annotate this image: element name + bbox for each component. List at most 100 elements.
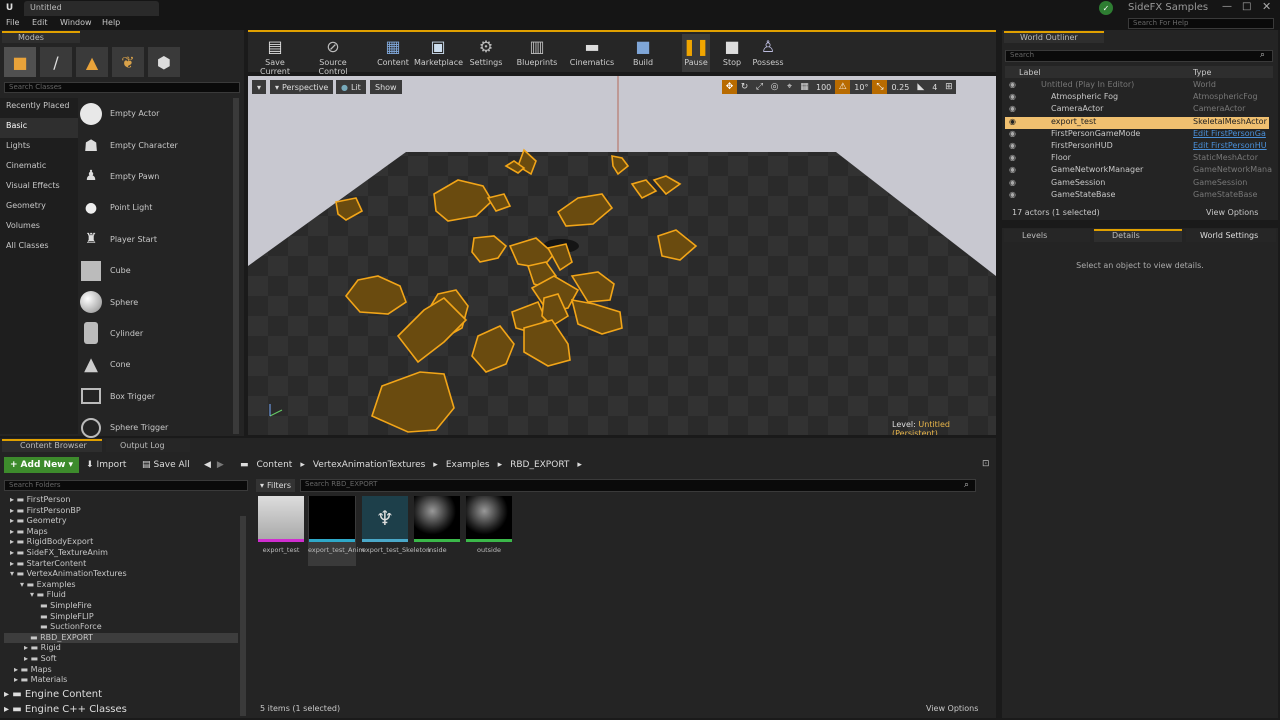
column-label[interactable]: Label bbox=[1019, 68, 1041, 77]
folder-item[interactable]: ▾ ▬ Examples bbox=[4, 580, 238, 591]
outliner-search-input[interactable]: Search bbox=[1005, 50, 1273, 62]
folder-item[interactable]: ▸ ▬ SideFX_TextureAnim bbox=[4, 548, 238, 559]
foliage-mode-icon[interactable]: ❦ bbox=[112, 47, 144, 77]
help-search-input[interactable]: Search For Help bbox=[1128, 18, 1274, 29]
maximize-button[interactable]: □ bbox=[1242, 1, 1251, 12]
breadcrumb-item[interactable]: Content bbox=[257, 460, 293, 470]
asset-tile[interactable]: outside bbox=[466, 496, 512, 566]
menu-file[interactable]: File bbox=[6, 18, 19, 27]
class-item[interactable]: ☗ Empty Character bbox=[80, 129, 230, 160]
cinematics-button[interactable]: ▬ Cinematics bbox=[568, 34, 616, 72]
folder-item[interactable]: ▬ SimpleFire bbox=[4, 601, 238, 612]
class-search-input[interactable]: Search Classes bbox=[4, 82, 240, 93]
folder-search-input[interactable]: Search Folders bbox=[4, 480, 248, 491]
outliner-row[interactable]: ◉ CameraActor CameraActor bbox=[1005, 104, 1269, 116]
class-item[interactable]: ♜ Player Start bbox=[80, 224, 230, 255]
save-current-button[interactable]: ▤ Save Current bbox=[250, 34, 300, 77]
geometry-mode-icon[interactable]: ⬢ bbox=[148, 47, 180, 77]
tab-levels[interactable]: Levels bbox=[1004, 229, 1090, 242]
level-viewport[interactable]: ▾ ▾ Perspective ● Lit Show ✥ ↻ ⤢ ◎ ⌖ ▦ 100… bbox=[248, 76, 996, 435]
rotation-snap-icon[interactable]: ⚠ bbox=[835, 80, 851, 94]
folder-item[interactable]: ▾ ▬ VertexAnimationTextures bbox=[4, 569, 238, 580]
outliner-row[interactable]: ◉ FirstPersonGameMode Edit FirstPersonGa bbox=[1005, 129, 1269, 141]
asset-tile[interactable]: ♆ export_test_Skeleton bbox=[362, 496, 430, 566]
class-item[interactable]: Cylinder bbox=[80, 318, 230, 349]
category-visual-effects[interactable]: Visual Effects bbox=[0, 178, 78, 198]
camera-speed-icon[interactable]: ◣ bbox=[913, 80, 928, 94]
folder-item[interactable]: ▸ ▬ Maps bbox=[4, 665, 238, 676]
category-recently-placed[interactable]: Recently Placed bbox=[0, 98, 78, 118]
tab-modes[interactable]: Modes bbox=[2, 31, 80, 43]
stop-button[interactable]: ■ Stop bbox=[718, 34, 746, 72]
folder-item[interactable]: ▬ SimpleFLIP bbox=[4, 612, 238, 623]
outliner-row[interactable]: ◉ GameSession GameSession bbox=[1005, 178, 1269, 190]
tab-output-log[interactable]: Output Log bbox=[106, 439, 190, 452]
category-volumes[interactable]: Volumes bbox=[0, 218, 78, 238]
grid-snap-icon[interactable]: ▦ bbox=[797, 80, 812, 94]
outliner-row[interactable]: ◉ Floor StaticMeshActor bbox=[1005, 153, 1269, 165]
breadcrumb-item[interactable]: VertexAnimationTextures bbox=[313, 460, 425, 470]
folder-item[interactable]: ▸ ▬ StarterContent bbox=[4, 559, 238, 570]
outliner-row-selected[interactable]: ◉ export_test SkeletalMeshActor bbox=[1005, 116, 1269, 129]
landscape-mode-icon[interactable]: ▲ bbox=[76, 47, 108, 77]
minimize-button[interactable]: — bbox=[1222, 1, 1232, 12]
scale-snap-value[interactable]: 0.25 bbox=[887, 83, 913, 92]
outliner-view-options[interactable]: View Options bbox=[1206, 208, 1258, 217]
tab-content-browser[interactable]: Content Browser bbox=[2, 439, 102, 452]
folder-item[interactable]: ▸ ▬ Rigid bbox=[4, 643, 238, 654]
asset-tile[interactable]: inside bbox=[414, 496, 460, 566]
document-tab[interactable]: Untitled bbox=[24, 1, 159, 16]
column-type[interactable]: Type bbox=[1193, 68, 1211, 77]
tab-world-settings[interactable]: World Settings bbox=[1186, 229, 1276, 242]
world-space-icon[interactable]: ◎ bbox=[767, 80, 782, 94]
rotation-snap-value[interactable]: 10° bbox=[850, 83, 872, 92]
menu-help[interactable]: Help bbox=[102, 18, 120, 27]
scale-snap-icon[interactable]: ⤡ bbox=[872, 80, 888, 94]
asset-search-input[interactable]: Search RBD_EXPORT bbox=[300, 479, 976, 492]
menu-edit[interactable]: Edit bbox=[32, 18, 48, 27]
show-button[interactable]: Show bbox=[370, 80, 402, 94]
content-button[interactable]: ▦ Content bbox=[372, 34, 414, 72]
category-basic[interactable]: Basic bbox=[0, 118, 78, 138]
asset-tile-selected[interactable]: export_test_Anim bbox=[308, 496, 365, 566]
place-mode-icon[interactable]: ■ bbox=[4, 47, 36, 77]
scale-icon[interactable]: ⤢ bbox=[752, 80, 767, 94]
outliner-row[interactable]: ◉ FirstPersonHUD Edit FirstPersonHU bbox=[1005, 141, 1269, 153]
folder-item[interactable]: ▸ ▬ Maps bbox=[4, 527, 238, 538]
class-item[interactable]: Box Trigger bbox=[80, 381, 230, 412]
build-button[interactable]: ■ Build bbox=[628, 34, 658, 72]
folder-item[interactable]: ▸ ▬ FirstPerson bbox=[4, 495, 238, 506]
translate-icon[interactable]: ✥ bbox=[722, 80, 737, 94]
class-item[interactable]: ♟ Empty Pawn bbox=[80, 161, 230, 192]
folder-item[interactable]: ▸ ▬ RigidBodyExport bbox=[4, 537, 238, 548]
import-button[interactable]: ⬇ Import bbox=[82, 457, 130, 473]
class-item[interactable]: ● Point Light bbox=[80, 192, 230, 223]
folder-item[interactable]: ▸ ▬ Soft bbox=[4, 654, 238, 665]
settings-button[interactable]: ⚙ Settings bbox=[466, 34, 506, 72]
camera-speed-value[interactable]: 4 bbox=[928, 83, 941, 92]
breadcrumb-item[interactable]: RBD_EXPORT bbox=[510, 460, 569, 470]
category-lights[interactable]: Lights bbox=[0, 138, 78, 158]
folder-item-selected[interactable]: ▬ RBD_EXPORT bbox=[4, 632, 238, 644]
asset-tile[interactable]: export_test bbox=[258, 496, 304, 566]
folder-item[interactable]: ▸ ▬ Materials bbox=[4, 675, 238, 686]
add-new-button[interactable]: + Add New ▾ bbox=[4, 457, 80, 473]
outliner-row[interactable]: ◉ Untitled (Play In Editor) World bbox=[1005, 80, 1269, 92]
paint-mode-icon[interactable]: / bbox=[40, 47, 72, 77]
category-cinematic[interactable]: Cinematic bbox=[0, 158, 78, 178]
marketplace-button[interactable]: ▣ Marketplace bbox=[414, 34, 463, 72]
filters-button[interactable]: ▾ Filters bbox=[256, 479, 295, 492]
engine-content-folder[interactable]: ▸ ▬ Engine Content bbox=[4, 689, 102, 700]
asset-view-options[interactable]: View Options bbox=[926, 704, 978, 713]
tab-world-outliner[interactable]: World Outliner bbox=[1004, 31, 1104, 43]
lock-icon[interactable]: ⊡ bbox=[982, 459, 990, 469]
class-item[interactable]: Empty Actor bbox=[80, 98, 230, 129]
outliner-row[interactable]: ◉ Atmospheric Fog AtmosphericFog bbox=[1005, 92, 1269, 104]
class-item[interactable]: Cube bbox=[80, 255, 230, 286]
perspective-button[interactable]: ▾ Perspective bbox=[270, 80, 334, 94]
category-geometry[interactable]: Geometry bbox=[0, 198, 78, 218]
save-all-button[interactable]: ▤ Save All bbox=[138, 457, 194, 473]
tab-details[interactable]: Details bbox=[1094, 229, 1182, 242]
blueprints-button[interactable]: ▥ Blueprints bbox=[514, 34, 560, 72]
class-item[interactable]: ▲ Cone bbox=[80, 349, 230, 380]
